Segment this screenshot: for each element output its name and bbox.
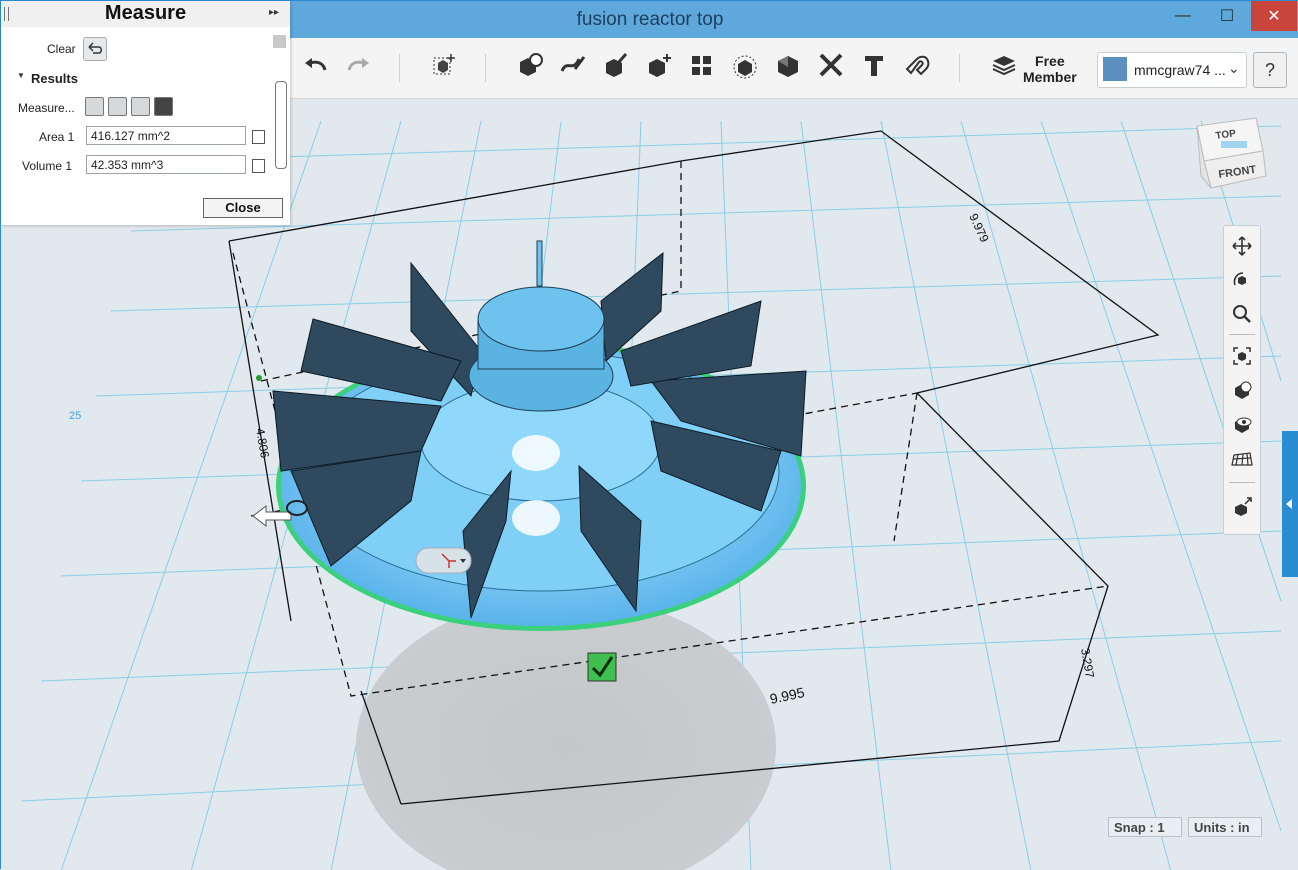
visibility-icon[interactable]	[1228, 410, 1256, 438]
measure-icon[interactable]	[812, 46, 850, 84]
chevron-left-icon	[1286, 499, 1292, 509]
measure-panel-title: Measure	[104, 2, 187, 24]
toolbar-divider	[485, 54, 486, 82]
side-panel-tab[interactable]	[1282, 431, 1298, 577]
transform-icon[interactable]	[426, 46, 464, 84]
modify-icon[interactable]	[640, 46, 678, 84]
measure-angle-button[interactable]	[108, 97, 127, 116]
minimize-button[interactable]: —	[1161, 1, 1205, 31]
copy-icon[interactable]	[252, 130, 265, 144]
app-window: fusion reactor top — ☐ ✕ Free Member mmc…	[0, 0, 1298, 870]
inline-edit-toggle[interactable]	[415, 547, 472, 574]
pattern-icon[interactable]	[683, 46, 721, 84]
primitives-icon[interactable]	[511, 46, 549, 84]
redo-icon[interactable]	[339, 46, 377, 84]
grouping-icon[interactable]	[726, 46, 764, 84]
collapse-icon[interactable]: ▸▸	[269, 7, 279, 18]
text-icon[interactable]	[855, 46, 893, 84]
orbit-icon[interactable]	[1228, 266, 1256, 294]
nav-divider	[1229, 334, 1255, 335]
measure-type-label: Measure...	[18, 101, 75, 115]
pan-icon[interactable]	[1228, 232, 1256, 260]
eraser-icon	[88, 42, 102, 54]
measure-distance-button[interactable]	[85, 97, 104, 116]
membership-label: Free Member	[1023, 53, 1077, 85]
volume-field[interactable]: 42.353 mm^3	[86, 155, 246, 174]
close-button[interactable]: Close	[203, 198, 283, 218]
fit-view-icon[interactable]	[1228, 342, 1256, 370]
snap-indicator[interactable]: Snap : 1	[1108, 817, 1182, 837]
undo-icon[interactable]	[297, 46, 335, 84]
snap-magnet-icon[interactable]	[898, 46, 936, 84]
maximize-button[interactable]: ☐	[1205, 1, 1249, 31]
user-menu[interactable]: mmcgraw74 ... ⌄	[1097, 52, 1247, 88]
close-window-button[interactable]: ✕	[1251, 1, 1297, 31]
grid-view-icon[interactable]	[1228, 444, 1256, 472]
nav-divider	[1229, 482, 1255, 483]
scrollbar-thumb[interactable]	[275, 81, 287, 169]
results-heading: Results	[31, 71, 78, 86]
perspective-icon[interactable]	[1228, 376, 1256, 404]
expand-results-icon[interactable]: ▼	[17, 71, 25, 80]
toolbar-divider	[399, 54, 400, 82]
measure-panel-header: Measure ▸▸	[1, 1, 290, 27]
grid-label: 25	[69, 410, 81, 422]
avatar	[1103, 57, 1127, 81]
zoom-icon[interactable]	[1228, 300, 1256, 328]
chevron-down-icon: ⌄	[1228, 60, 1240, 76]
clear-label: Clear	[47, 42, 76, 56]
scrollbar-up[interactable]	[273, 35, 286, 48]
layers-icon[interactable]	[985, 46, 1023, 84]
measure-panel: Measure ▸▸ Clear ▼ Results Measure... Ar…	[1, 1, 290, 225]
navigation-bar	[1223, 225, 1261, 535]
user-name: mmcgraw74 ...	[1134, 62, 1226, 78]
view-cube[interactable]: TOP FRONT	[1196, 117, 1267, 189]
material-icon[interactable]	[1228, 492, 1256, 520]
combine-icon[interactable]	[769, 46, 807, 84]
clear-button[interactable]	[83, 37, 107, 61]
membership-line2: Member	[1023, 69, 1077, 85]
construct-icon[interactable]	[597, 46, 635, 84]
area-label: Area 1	[39, 130, 75, 144]
sketch-icon[interactable]	[554, 46, 592, 84]
toolbar-divider	[959, 54, 960, 82]
measure-volume-button[interactable]	[154, 97, 173, 116]
units-indicator[interactable]: Units : in	[1188, 817, 1262, 837]
copy-icon[interactable]	[252, 159, 265, 173]
measure-area-button[interactable]	[131, 97, 150, 116]
3d-viewport[interactable]: 25 9.995 9.979 3.297 4.806 0.003	[1, 1, 1298, 870]
confirm-checkbox[interactable]	[587, 652, 617, 682]
volume-label: Volume 1	[22, 159, 73, 173]
help-button[interactable]: ?	[1253, 52, 1287, 88]
area-field[interactable]: 416.127 mm^2	[86, 126, 246, 145]
membership-line1: Free	[1035, 53, 1065, 69]
